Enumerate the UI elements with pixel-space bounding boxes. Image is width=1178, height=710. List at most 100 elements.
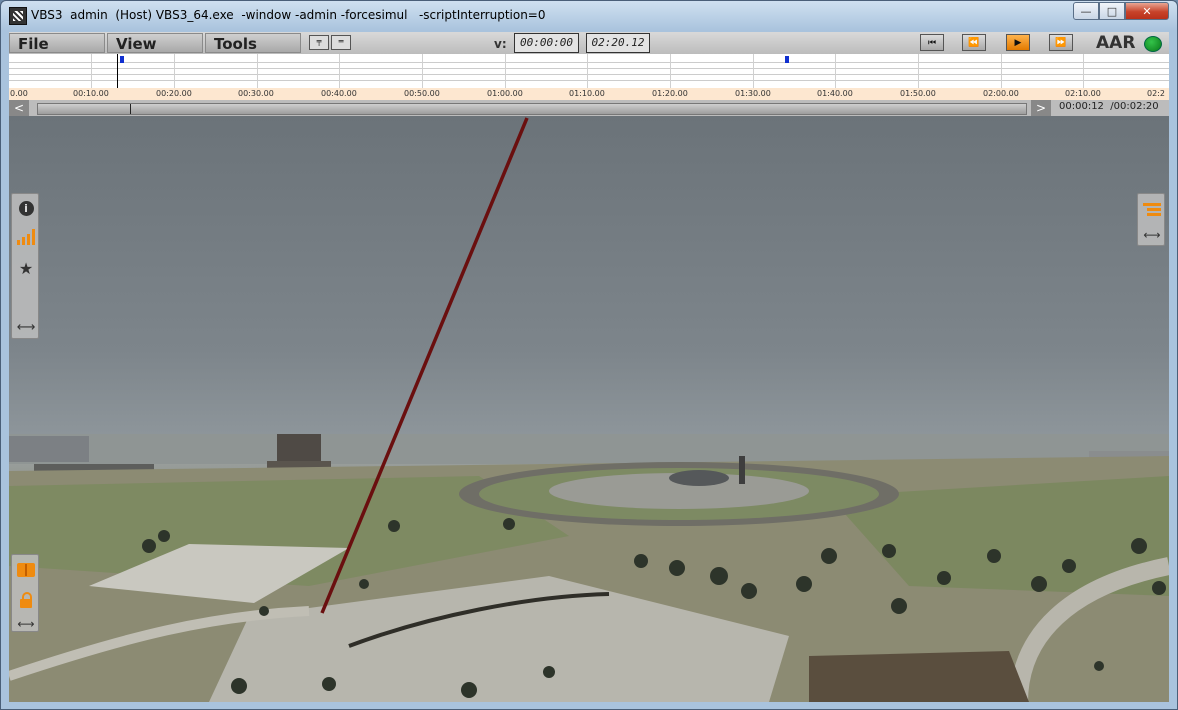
- distant-building: [9, 436, 89, 462]
- ruler-label: 01:00.00: [487, 89, 523, 98]
- aar-label: AAR: [1096, 33, 1136, 53]
- chart-icon[interactable]: [17, 228, 35, 246]
- chart-bars: [17, 229, 35, 245]
- tree: [669, 560, 685, 576]
- tree: [259, 606, 269, 616]
- chart-bar: [32, 229, 35, 245]
- close-button[interactable]: ✕: [1125, 2, 1169, 20]
- fast-forward-icon: ⏩: [1055, 37, 1067, 48]
- timeline-row-line: [9, 68, 1169, 69]
- tree: [937, 571, 951, 585]
- menu-tools[interactable]: Tools: [205, 33, 301, 53]
- layer-bar: [1147, 207, 1161, 211]
- ruler-label: 02:00.00: [983, 89, 1019, 98]
- timeline-scrollbar: < > 00:00:12 /00:02:20: [9, 100, 1169, 116]
- timeline-tick: [587, 54, 588, 88]
- app-icon: [9, 7, 27, 25]
- window-controls: — □ ✕: [1073, 2, 1169, 22]
- timeline-row-line: [9, 62, 1169, 63]
- left-tool-panel-top: i ★ ⟷: [11, 193, 39, 339]
- total-time-field[interactable]: 02:20.12: [586, 33, 650, 53]
- timeline-tick: [753, 54, 754, 88]
- resize-icon[interactable]: ⟷: [17, 318, 36, 336]
- timeline-tick: [174, 54, 175, 88]
- play-button[interactable]: ▶: [1006, 34, 1030, 51]
- tree: [158, 530, 170, 542]
- title-bar[interactable]: VBS3 admin (Host) VBS3_64.exe -window -a…: [1, 1, 1177, 29]
- timeline-row-line: [9, 74, 1169, 75]
- layers-glyph: [1143, 202, 1161, 216]
- tree: [1031, 576, 1047, 592]
- book-icon[interactable]: [17, 561, 35, 579]
- skip-start-button[interactable]: ⏮: [920, 34, 944, 51]
- ruler-label: 01:50.00: [900, 89, 936, 98]
- ruler-label: 00:30.00: [238, 89, 274, 98]
- minimize-button[interactable]: —: [1073, 2, 1099, 20]
- 3d-viewport[interactable]: i ★ ⟷ ⟷ ⟷: [9, 116, 1169, 702]
- terrain-scene: [9, 117, 1169, 702]
- ruler-label: 0.00: [10, 89, 28, 98]
- chart-bar: [27, 234, 30, 245]
- scroll-right-button[interactable]: >: [1031, 100, 1051, 116]
- layer-bar: [1147, 212, 1161, 216]
- menu-view[interactable]: View: [107, 33, 203, 53]
- aar-toolbar: File View Tools ╤ ═ v: 00:00:00 02:20.12…: [9, 32, 1169, 116]
- ruler-label: 01:40.00: [817, 89, 853, 98]
- scroll-thumb[interactable]: [130, 104, 131, 114]
- timeline-tick: [670, 54, 671, 88]
- fast-forward-button[interactable]: ⏩: [1049, 34, 1073, 51]
- version-label: v:: [494, 37, 507, 51]
- tree: [388, 520, 400, 532]
- time-ruler: 0.00 00:10.00 00:20.00 00:30.00 00:40.00…: [9, 88, 1169, 100]
- tree: [1131, 538, 1147, 554]
- rewind-button[interactable]: ⏪: [962, 34, 986, 51]
- elapsed-time-readout: 00:00:12 /00:02:20: [1059, 101, 1159, 112]
- tree: [796, 576, 812, 592]
- timeline-expand-icon[interactable]: ═: [331, 35, 351, 50]
- tree: [231, 678, 247, 694]
- timeline-tick: [257, 54, 258, 88]
- tree: [1062, 559, 1076, 573]
- scroll-left-button[interactable]: <: [9, 100, 29, 116]
- tree: [1152, 581, 1166, 595]
- chart-bar: [22, 237, 25, 245]
- resize-icon[interactable]: ⟷: [1143, 226, 1161, 244]
- tree: [322, 677, 336, 691]
- tree: [142, 539, 156, 553]
- tree: [461, 682, 477, 698]
- ruler-label: 02:2: [1147, 89, 1165, 98]
- ruler-label: 00:40.00: [321, 89, 357, 98]
- tree: [821, 548, 837, 564]
- book-glyph: [17, 563, 35, 577]
- timeline-tick: [505, 54, 506, 88]
- timeline-tick: [91, 54, 92, 88]
- timeline-tick: [339, 54, 340, 88]
- event-marker[interactable]: [120, 56, 124, 63]
- layers-icon[interactable]: [1143, 200, 1161, 218]
- scroll-track[interactable]: [37, 103, 1027, 115]
- tree: [710, 567, 728, 585]
- tree: [741, 583, 757, 599]
- tree: [503, 518, 515, 530]
- timeline-track[interactable]: [9, 54, 1169, 100]
- timeline-tick: [1001, 54, 1002, 88]
- lock-icon[interactable]: [17, 591, 35, 609]
- timeline-tick: [835, 54, 836, 88]
- current-time-field[interactable]: 00:00:00: [514, 33, 579, 53]
- skip-start-icon: ⏮: [927, 37, 937, 48]
- maximize-button[interactable]: □: [1099, 2, 1125, 20]
- timeline-split-icon[interactable]: ╤: [309, 35, 329, 50]
- layer-bar: [1143, 202, 1161, 206]
- tree: [359, 579, 369, 589]
- left-tool-panel-bottom: ⟷: [11, 554, 39, 632]
- event-marker[interactable]: [785, 56, 789, 63]
- tree: [987, 549, 1001, 563]
- resize-icon[interactable]: ⟷: [17, 615, 35, 633]
- info-icon[interactable]: i: [17, 199, 35, 217]
- info-glyph: i: [18, 200, 34, 216]
- star-icon[interactable]: ★: [17, 259, 35, 278]
- play-icon: ▶: [1014, 37, 1022, 48]
- monument-statue: [739, 456, 745, 484]
- lock-glyph: [19, 592, 33, 608]
- menu-file[interactable]: File: [9, 33, 105, 53]
